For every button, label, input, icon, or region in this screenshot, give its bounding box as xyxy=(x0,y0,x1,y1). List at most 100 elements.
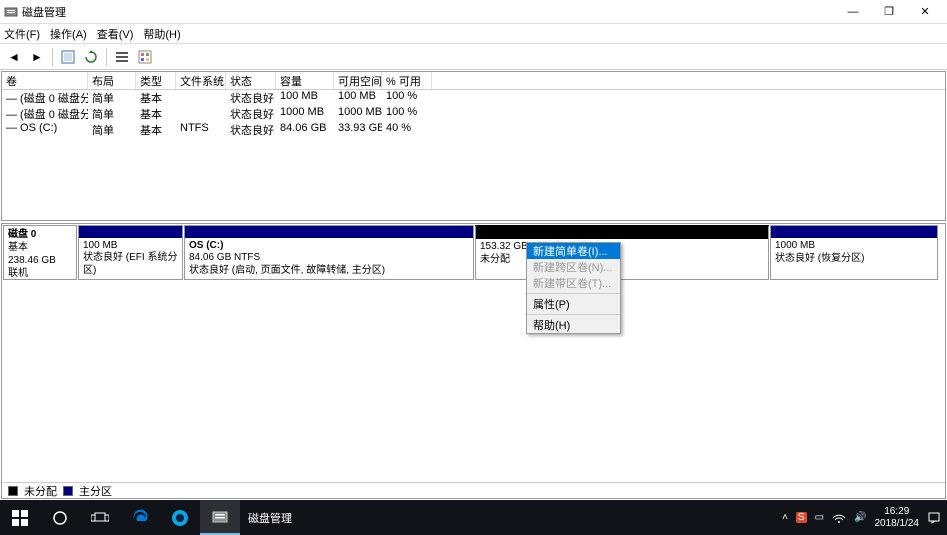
tray-clock[interactable]: 16:29 2018/1/24 xyxy=(875,506,920,529)
cell: 1000 MB xyxy=(334,106,382,122)
start-button[interactable] xyxy=(0,500,40,535)
tray-wifi-icon[interactable] xyxy=(832,512,846,524)
close-button[interactable]: ✕ xyxy=(907,1,943,23)
app-icon xyxy=(4,5,18,19)
minimize-button[interactable]: — xyxy=(835,1,871,23)
qq-browser-icon[interactable] xyxy=(160,500,200,535)
tray-chevron-up-icon[interactable]: ˄ xyxy=(782,512,788,523)
disk-size: 238.46 GB xyxy=(8,254,72,267)
col-capacity[interactable]: 容量 xyxy=(276,72,334,89)
partition-size: 153.32 GB xyxy=(480,241,764,254)
cell: 100 % xyxy=(382,106,432,122)
forward-icon[interactable]: ► xyxy=(27,47,47,67)
list-header: 卷 布局 类型 文件系统 状态 容量 可用空间 % 可用 xyxy=(2,72,945,90)
toolbar: ◄ ► xyxy=(0,44,947,70)
cell: 简单 xyxy=(88,90,136,106)
settings-icon[interactable] xyxy=(135,47,155,67)
col-type[interactable]: 类型 xyxy=(136,72,176,89)
cell: 100 % xyxy=(382,90,432,106)
cell: 基本 xyxy=(136,122,176,138)
graphical-view: 磁盘 0 基本 238.46 GB 联机 100 MB状态良好 (EFI 系统分… xyxy=(1,223,946,499)
disk-type: 基本 xyxy=(8,241,72,254)
disk-management-window: 磁盘管理 — ❐ ✕ 文件(F) 操作(A) 查看(V) 帮助(H) ◄ ► 卷… xyxy=(0,0,947,500)
menu-separator xyxy=(527,293,620,294)
cell: 基本 xyxy=(136,90,176,106)
context-menu-item[interactable]: 属性(P) xyxy=(527,296,620,312)
tray-notifications-icon[interactable] xyxy=(927,511,941,525)
partition-status: 未分配 xyxy=(480,254,764,267)
tray-time: 16:29 xyxy=(875,506,920,518)
legend-unalloc: 未分配 xyxy=(24,483,57,499)
legend-swatch-unalloc xyxy=(8,486,18,496)
legend: 未分配 主分区 xyxy=(2,482,945,498)
legend-swatch-primary xyxy=(63,486,73,496)
disk-info[interactable]: 磁盘 0 基本 238.46 GB 联机 xyxy=(3,225,77,280)
partition-bar xyxy=(79,226,182,238)
tray-battery-icon[interactable]: ▭ xyxy=(815,512,824,523)
context-menu: 新建简单卷(I)...新建跨区卷(N)...新建带区卷(T)... 属性(P) 帮助… xyxy=(526,242,621,334)
partition-body: OS (C:)84.06 GB NTFS状态良好 (启动, 页面文件, 故障转储… xyxy=(185,238,473,280)
partition-bar xyxy=(476,227,768,239)
partition-body: 100 MB状态良好 (EFI 系统分区) xyxy=(79,238,182,280)
menu-action[interactable]: 操作(A) xyxy=(50,26,87,42)
cell: 100 MB xyxy=(334,90,382,106)
context-menu-item[interactable]: 帮助(H) xyxy=(527,317,620,333)
separator xyxy=(52,48,53,66)
col-volume[interactable]: 卷 xyxy=(2,72,88,89)
maximize-button[interactable]: ❐ xyxy=(871,1,907,23)
edge-icon[interactable] xyxy=(120,500,160,535)
partition-body: 1000 MB状态良好 (恢复分区) xyxy=(771,238,937,279)
cell: — (磁盘 0 磁盘分区 1) xyxy=(2,90,88,106)
volume-row[interactable]: — (磁盘 0 磁盘分区 1)简单基本状态良好 (…100 MB100 MB10… xyxy=(2,90,945,106)
cell: 状态良好 (… xyxy=(226,106,276,122)
col-layout[interactable]: 布局 xyxy=(88,72,136,89)
cell xyxy=(176,90,226,106)
cell: NTFS xyxy=(176,122,226,138)
cell: — OS (C:) xyxy=(2,122,88,138)
tray-ime-icon[interactable]: S xyxy=(796,512,807,523)
partition-bar xyxy=(185,226,473,238)
cell: 状态良好 (… xyxy=(226,90,276,106)
partition-size: 1000 MB xyxy=(775,240,933,253)
taskbar-app-diskmgmt[interactable] xyxy=(200,500,240,535)
taskbar-app-label[interactable]: 磁盘管理 xyxy=(240,510,300,526)
cell: 1000 MB xyxy=(276,106,334,122)
partition-body: 153.32 GB未分配 xyxy=(476,239,768,279)
taskview-icon[interactable] xyxy=(80,500,120,535)
show-hide-icon[interactable] xyxy=(58,47,78,67)
list-view-icon[interactable] xyxy=(112,47,132,67)
window-title: 磁盘管理 xyxy=(22,4,835,20)
partition[interactable]: 100 MB状态良好 (EFI 系统分区) xyxy=(78,225,183,280)
cell: 40 % xyxy=(382,122,432,138)
cell: 简单 xyxy=(88,106,136,122)
tray-volume-icon[interactable]: 🔊 xyxy=(854,512,866,523)
taskbar: 磁盘管理 ˄ S ▭ 🔊 16:29 2018/1/24 xyxy=(0,500,947,535)
context-menu-item: 新建跨区卷(N)... xyxy=(527,259,620,275)
menu-view[interactable]: 查看(V) xyxy=(97,26,134,42)
partition[interactable]: 1000 MB状态良好 (恢复分区) xyxy=(770,225,938,280)
partition-status: 状态良好 (EFI 系统分区) xyxy=(83,252,178,277)
refresh-icon[interactable] xyxy=(81,47,101,67)
menu-file[interactable]: 文件(F) xyxy=(4,26,40,42)
col-status[interactable]: 状态 xyxy=(226,72,276,89)
volume-row[interactable]: — (磁盘 0 磁盘分区 4)简单基本状态良好 (…1000 MB1000 MB… xyxy=(2,106,945,122)
partitions: 100 MB状态良好 (EFI 系统分区)OS (C:)84.06 GB NTF… xyxy=(77,225,944,280)
context-menu-item: 新建带区卷(T)... xyxy=(527,275,620,291)
context-menu-item[interactable]: 新建简单卷(I)... xyxy=(527,243,620,259)
menubar: 文件(F) 操作(A) 查看(V) 帮助(H) xyxy=(0,24,947,44)
cortana-icon[interactable] xyxy=(40,500,80,535)
partition[interactable]: OS (C:)84.06 GB NTFS状态良好 (启动, 页面文件, 故障转储… xyxy=(184,225,474,280)
col-free[interactable]: 可用空间 xyxy=(334,72,382,89)
cell: 状态良好 (… xyxy=(226,122,276,138)
menu-help[interactable]: 帮助(H) xyxy=(143,26,180,42)
col-filesystem[interactable]: 文件系统 xyxy=(176,72,226,89)
col-percent[interactable]: % 可用 xyxy=(382,72,432,89)
back-icon[interactable]: ◄ xyxy=(4,47,24,67)
partition-unallocated[interactable]: 153.32 GB未分配 xyxy=(475,225,769,280)
volume-list: 卷 布局 类型 文件系统 状态 容量 可用空间 % 可用 — (磁盘 0 磁盘分… xyxy=(1,71,946,221)
disk-state: 联机 xyxy=(8,267,72,280)
cell: 84.06 GB xyxy=(276,122,334,138)
volume-row[interactable]: — OS (C:)简单基本NTFS状态良好 (…84.06 GB33.93 GB… xyxy=(2,122,945,138)
partition-status: 状态良好 (恢复分区) xyxy=(775,253,933,266)
cell: 100 MB xyxy=(276,90,334,106)
